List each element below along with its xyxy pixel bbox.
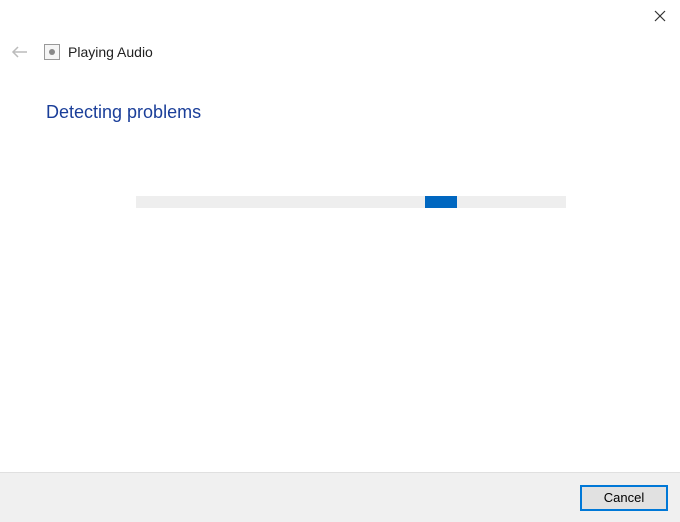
progress-bar (136, 196, 566, 208)
progress-indicator (425, 196, 457, 208)
title-group: Playing Audio (44, 44, 153, 60)
close-icon (654, 10, 666, 22)
back-button[interactable] (10, 42, 30, 62)
footer: Cancel (0, 472, 680, 522)
cancel-button[interactable]: Cancel (580, 485, 668, 511)
troubleshooter-icon (44, 44, 60, 60)
page-heading: Detecting problems (46, 102, 201, 123)
arrow-left-icon (11, 45, 29, 59)
close-button[interactable] (652, 8, 668, 24)
window-title: Playing Audio (68, 44, 153, 60)
header: Playing Audio (10, 42, 153, 62)
